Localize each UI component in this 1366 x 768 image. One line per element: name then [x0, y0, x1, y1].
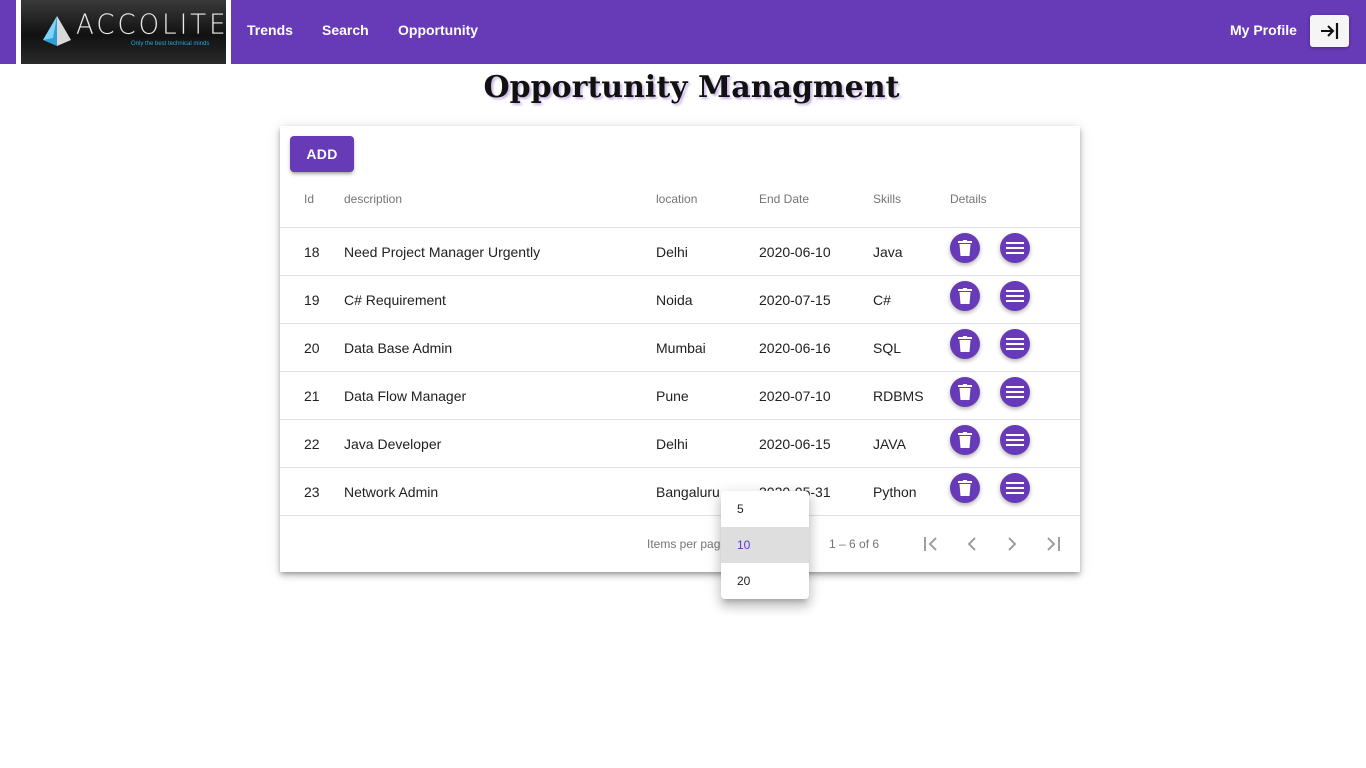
delete-icon: [958, 240, 972, 256]
delete-button[interactable]: [950, 233, 980, 263]
delete-icon: [958, 288, 972, 304]
menu-icon: [1006, 482, 1024, 494]
delete-icon: [958, 384, 972, 400]
cell-end-date: 2020-07-10: [759, 388, 831, 404]
logout-icon: [1320, 23, 1338, 39]
cell-location: Noida: [656, 292, 693, 308]
nav-link-search[interactable]: Search: [322, 22, 369, 38]
column-header-skills[interactable]: Skills: [873, 192, 901, 206]
delete-button[interactable]: [950, 425, 980, 455]
cell-location: Pune: [656, 388, 689, 404]
cell-end-date: 2020-06-10: [759, 244, 831, 260]
cell-skills: C#: [873, 292, 891, 308]
cell-end-date: 2020-06-15: [759, 436, 831, 452]
cell-id: 18: [304, 244, 320, 260]
menu-icon: [1006, 386, 1024, 398]
table-row: 23 Network Admin Bangaluru 2020-05-31 Py…: [280, 468, 1080, 516]
details-menu-button[interactable]: [1000, 425, 1030, 455]
my-profile-link[interactable]: My Profile: [1230, 22, 1297, 38]
delete-icon: [958, 432, 972, 448]
cell-description: C# Requirement: [344, 292, 446, 308]
cell-description: Need Project Manager Urgently: [344, 244, 541, 260]
cell-id: 19: [304, 292, 320, 308]
delete-button[interactable]: [950, 377, 980, 407]
delete-icon: [958, 336, 972, 352]
table-row: 18 Need Project Manager Urgently Delhi 2…: [280, 228, 1080, 276]
cell-location: Delhi: [656, 436, 688, 452]
logo-wordmark: ACCOLITE: [76, 9, 226, 41]
logo-tagline: Only the best technical minds: [131, 41, 210, 47]
nav-link-opportunity[interactable]: Opportunity: [398, 22, 478, 38]
cell-id: 23: [304, 484, 320, 500]
column-header-end-date[interactable]: End Date: [759, 192, 809, 206]
cell-location: Mumbai: [656, 340, 706, 356]
cell-id: 21: [304, 388, 320, 404]
next-page-button[interactable]: [996, 528, 1028, 560]
cell-id: 20: [304, 340, 320, 356]
details-menu-button[interactable]: [1000, 473, 1030, 503]
column-header-details: Details: [950, 192, 987, 206]
delete-button[interactable]: [950, 473, 980, 503]
first-page-icon: [924, 537, 937, 551]
cell-skills: Python: [873, 484, 917, 500]
column-header-location[interactable]: location: [656, 192, 697, 206]
pyramid-logo-icon: [43, 16, 71, 46]
items-per-page-label: Items per page:: [647, 537, 731, 551]
cell-location: Delhi: [656, 244, 688, 260]
page-size-option-5[interactable]: 5: [721, 491, 809, 527]
cell-skills: Java: [873, 244, 903, 260]
cell-description: Network Admin: [344, 484, 439, 500]
column-header-id[interactable]: Id: [304, 192, 314, 206]
details-menu-button[interactable]: [1000, 329, 1030, 359]
menu-icon: [1006, 434, 1024, 446]
last-page-button[interactable]: [1036, 528, 1068, 560]
page-size-option-20[interactable]: 20: [721, 563, 809, 599]
nav-link-trends[interactable]: Trends: [247, 22, 293, 38]
cell-description: Data Base Admin: [344, 340, 453, 356]
cell-location: Bangaluru: [656, 484, 720, 500]
table-row: 20 Data Base Admin Mumbai 2020-06-16 SQL: [280, 324, 1080, 372]
cell-description: Data Flow Manager: [344, 388, 467, 404]
page-size-dropdown: 5 10 20: [721, 491, 809, 599]
table-row: 22 Java Developer Delhi 2020-06-15 JAVA: [280, 420, 1080, 468]
cell-skills: SQL: [873, 340, 902, 356]
add-button[interactable]: ADD: [290, 136, 354, 172]
column-header-description[interactable]: description: [344, 192, 402, 206]
delete-icon: [958, 480, 972, 496]
previous-page-button[interactable]: [956, 528, 988, 560]
page-range-label: 1 – 6 of 6: [829, 537, 880, 551]
logo[interactable]: ACCOLITE Only the best technical minds: [16, 0, 231, 64]
chevron-left-icon: [967, 537, 976, 551]
table-row: 21 Data Flow Manager Pune 2020-07-10 RDB…: [280, 372, 1080, 420]
page-title: Opportunity Managment: [483, 70, 900, 105]
menu-icon: [1006, 338, 1024, 350]
menu-icon: [1006, 242, 1024, 254]
table-row: 19 C# Requirement Noida 2020-07-15 C#: [280, 276, 1080, 324]
delete-button[interactable]: [950, 329, 980, 359]
opportunity-table-card: ADD Id description location End Date Ski…: [280, 126, 1080, 572]
details-menu-button[interactable]: [1000, 377, 1030, 407]
chevron-right-icon: [1008, 537, 1017, 551]
logo-image: ACCOLITE Only the best technical minds: [21, 0, 226, 64]
logout-button[interactable]: [1310, 15, 1349, 47]
cell-skills: JAVA: [873, 436, 906, 452]
first-page-button[interactable]: [916, 528, 948, 560]
details-menu-button[interactable]: [1000, 281, 1030, 311]
delete-button[interactable]: [950, 281, 980, 311]
details-menu-button[interactable]: [1000, 233, 1030, 263]
last-page-icon: [1047, 537, 1060, 551]
cell-end-date: 2020-06-16: [759, 340, 831, 356]
cell-id: 22: [304, 436, 320, 452]
menu-icon: [1006, 290, 1024, 302]
cell-end-date: 2020-07-15: [759, 292, 831, 308]
cell-description: Java Developer: [344, 436, 442, 452]
page-size-option-10[interactable]: 10: [721, 527, 809, 563]
cell-skills: RDBMS: [873, 388, 924, 404]
nav-left-strip: [0, 0, 16, 64]
